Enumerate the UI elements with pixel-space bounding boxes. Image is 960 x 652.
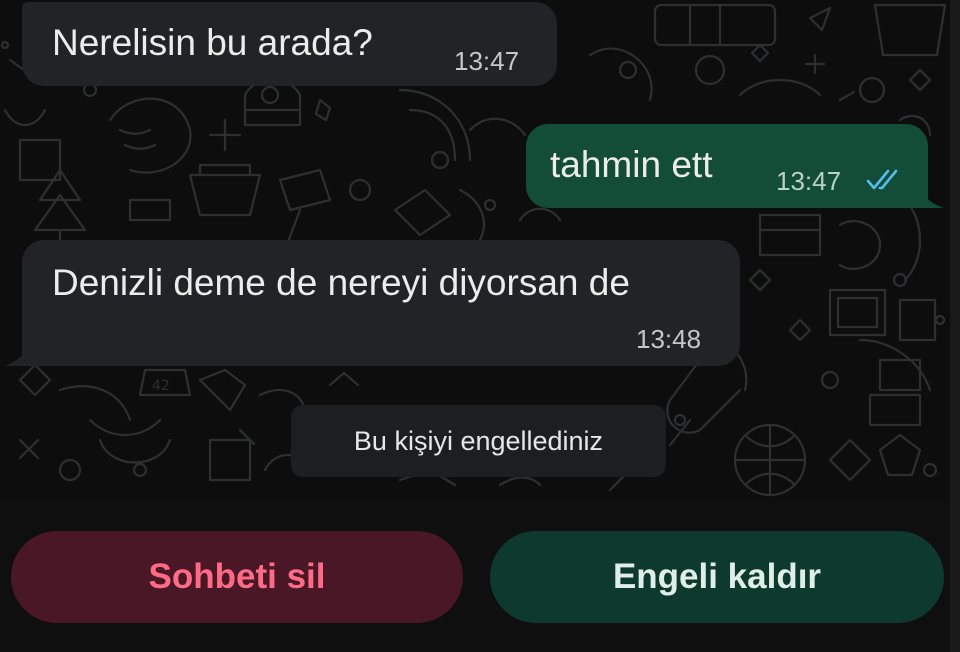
- unblock-label: Engeli kaldır: [612, 557, 822, 596]
- message-bubble-incoming[interactable]: Denizli deme de nereyi diyorsan de 13:48: [22, 240, 740, 366]
- double-check-icon: [866, 169, 898, 190]
- message-text: tahmin ett: [550, 144, 713, 185]
- right-edge: [950, 0, 960, 652]
- chat-screen: 42 Nerelisin bu arada? 13:47 tahmin ett …: [0, 0, 960, 652]
- bubble-tail: [918, 186, 944, 208]
- bubble-tail: [4, 344, 30, 366]
- message-time: 13:47: [776, 166, 842, 196]
- message-time: 13:48: [636, 324, 702, 354]
- delete-chat-button[interactable]: Sohbeti sil: [11, 531, 463, 623]
- message-time: 13:47: [454, 46, 520, 76]
- blocked-notice-text: Bu kişiyi engellediniz: [353, 425, 604, 456]
- message-bubble-outgoing[interactable]: tahmin ett 13:47: [526, 124, 928, 208]
- unblock-button[interactable]: Engeli kaldır: [490, 531, 944, 623]
- delete-chat-label: Sohbeti sil: [148, 557, 326, 596]
- message-text: Nerelisin bu arada?: [52, 22, 373, 63]
- blocked-notice: Bu kişiyi engellediniz: [291, 405, 666, 477]
- chat-area[interactable]: Nerelisin bu arada? 13:47 tahmin ett 13:…: [0, 0, 950, 500]
- message-text: Denizli deme de nereyi diyorsan de: [52, 262, 630, 303]
- message-bubble-incoming[interactable]: Nerelisin bu arada? 13:47: [22, 2, 557, 86]
